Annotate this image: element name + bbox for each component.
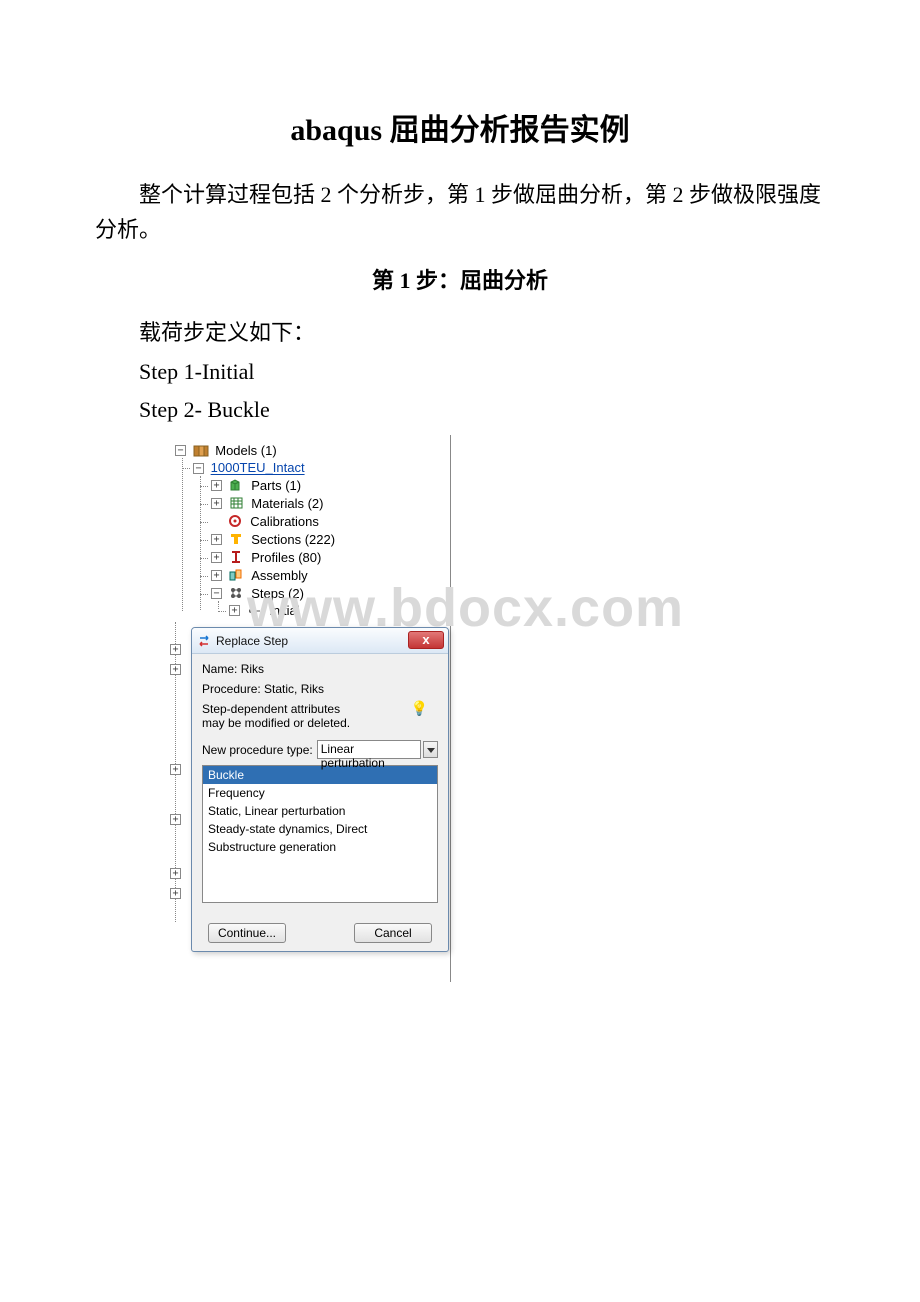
new-procedure-label: New procedure type:	[202, 743, 313, 757]
continue-button[interactable]: Continue...	[208, 923, 286, 943]
tree-item-models[interactable]: − Models (1) − 1000TEU_Intact +	[175, 441, 450, 622]
tree-item-parts[interactable]: + Parts (1)	[211, 476, 450, 494]
initial-step-icon	[247, 604, 263, 618]
load-def-line: 载荷步定义如下：	[95, 315, 825, 347]
plus-icon[interactable]: +	[170, 764, 181, 775]
document-page: abaqus 屈曲分析报告实例 整个计算过程包括 2 个分析步，第 1 步做屈曲…	[0, 0, 920, 1042]
tree-item-assembly[interactable]: + Assembly	[211, 566, 450, 584]
close-button[interactable]: x	[408, 631, 444, 649]
tree-item-calibrations[interactable]: Calibrations	[211, 512, 450, 530]
plus-icon[interactable]: +	[211, 570, 222, 581]
dialog-buttons: Continue... Cancel	[192, 913, 448, 951]
tree-item-initial[interactable]: + Initial	[229, 601, 450, 619]
tree-item-profiles[interactable]: + Profiles (80)	[211, 548, 450, 566]
plus-icon[interactable]: +	[229, 605, 240, 616]
plus-icon[interactable]: +	[211, 534, 222, 545]
sections-icon	[229, 532, 245, 546]
steps-icon	[229, 586, 245, 600]
list-item-substructure[interactable]: Substructure generation	[203, 838, 437, 856]
materials-icon	[229, 496, 245, 510]
minus-icon[interactable]: −	[193, 463, 204, 474]
tree-label: Parts (1)	[251, 478, 301, 493]
plus-icon[interactable]: +	[170, 664, 181, 675]
tree-item-sections[interactable]: + Sections (222)	[211, 530, 450, 548]
tree-label: Steps (2)	[251, 586, 304, 601]
tree-label: Materials (2)	[251, 496, 323, 511]
plus-icon[interactable]: +	[170, 888, 181, 899]
dialog-titlebar[interactable]: Replace Step x	[192, 628, 448, 654]
tree-item-steps[interactable]: − Steps (2) +	[211, 584, 450, 620]
dialog-title-text: Replace Step	[216, 634, 288, 648]
hint-row: Step-dependent attributes may be modifie…	[202, 702, 438, 730]
replace-step-icon	[197, 634, 213, 648]
models-icon	[193, 444, 209, 458]
bulb-icon: 💡	[411, 700, 428, 717]
page-title: abaqus 屈曲分析报告实例	[95, 105, 825, 149]
name-value: Riks	[241, 662, 264, 676]
intro-paragraph: 整个计算过程包括 2 个分析步，第 1 步做屈曲分析，第 2 步做极限强度分析。	[95, 177, 825, 247]
tree-label: Sections (222)	[251, 532, 335, 547]
procedure-listbox[interactable]: Buckle Frequency Static, Linear perturba…	[202, 765, 438, 903]
plus-icon[interactable]: +	[170, 814, 181, 825]
procedure-type-value: Linear perturbation	[321, 742, 385, 770]
step1-heading: 第 1 步：屈曲分析	[95, 263, 825, 295]
plus-icon[interactable]: +	[211, 498, 222, 509]
hint-line2: may be modified or deleted.	[202, 716, 438, 730]
hint-line1: Step-dependent attributes	[202, 702, 438, 716]
tree-label: Assembly	[251, 568, 307, 583]
plus-icon[interactable]: +	[211, 480, 222, 491]
new-procedure-row: New procedure type: Linear perturbation	[202, 740, 438, 759]
name-label: Name:	[202, 662, 237, 676]
plus-icon[interactable]: +	[170, 868, 181, 879]
chevron-down-icon[interactable]	[423, 741, 438, 758]
list-item-static-lp[interactable]: Static, Linear perturbation	[203, 802, 437, 820]
procedure-type-select[interactable]: Linear perturbation	[317, 740, 421, 759]
minus-icon[interactable]: −	[175, 445, 186, 456]
assembly-icon	[229, 568, 245, 582]
procedure-label: Procedure:	[202, 682, 261, 696]
screenshot-container: www.bdocx.com − Models (1) − 1000TEU_Int…	[151, 435, 691, 982]
tree-label: Profiles (80)	[251, 550, 321, 565]
replace-step-dialog: Replace Step x Name: Riks Procedure: Sta…	[191, 627, 449, 952]
minus-icon[interactable]: −	[211, 588, 222, 599]
tree-label: Models (1)	[215, 443, 276, 458]
calibrations-icon	[228, 514, 244, 528]
profiles-icon	[229, 550, 245, 564]
tree-label: Initial	[269, 603, 299, 618]
list-item-steady[interactable]: Steady-state dynamics, Direct	[203, 820, 437, 838]
step1-line: Step 1-Initial	[95, 359, 825, 385]
plus-icon[interactable]: +	[211, 552, 222, 563]
tree-label: Calibrations	[250, 514, 319, 529]
plus-icon[interactable]: +	[170, 644, 181, 655]
tree-item-materials[interactable]: + Materials (2)	[211, 494, 450, 512]
list-item-frequency[interactable]: Frequency	[203, 784, 437, 802]
tree-item-model-name[interactable]: − 1000TEU_Intact + Parts (1)	[193, 458, 450, 621]
procedure-row: Procedure: Static, Riks	[202, 682, 438, 696]
parts-icon	[229, 478, 245, 492]
dialog-body: Name: Riks Procedure: Static, Riks Step-…	[192, 654, 448, 913]
name-row: Name: Riks	[202, 662, 438, 676]
cancel-button[interactable]: Cancel	[354, 923, 432, 943]
tree-label: 1000TEU_Intact	[211, 461, 305, 476]
procedure-value: Static, Riks	[264, 682, 324, 696]
step2-line: Step 2- Buckle	[95, 397, 825, 423]
model-tree: − Models (1) − 1000TEU_Intact +	[151, 439, 450, 622]
